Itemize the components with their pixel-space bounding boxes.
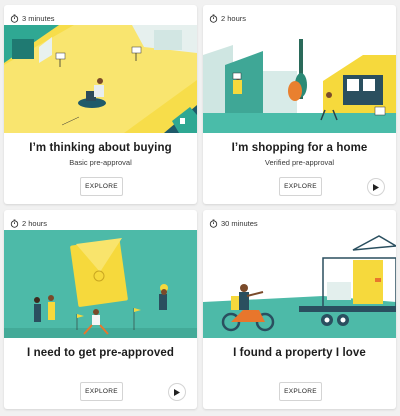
- shopping-illustration: [203, 25, 396, 133]
- stopwatch-icon: [10, 13, 19, 23]
- play-icon: [174, 388, 180, 396]
- explore-button[interactable]: EXPLORE: [80, 382, 123, 401]
- play-icon: [373, 183, 379, 191]
- duration: 2 hours: [10, 216, 47, 230]
- property-illustration: [203, 230, 396, 338]
- stopwatch-icon: [209, 218, 218, 228]
- duration-text: 2 hours: [221, 13, 247, 23]
- stopwatch-icon: [209, 13, 218, 23]
- play-button[interactable]: [367, 178, 385, 196]
- journey-card-shopping-for-home[interactable]: 2 hours I’m shopping for a home Verified…: [203, 5, 396, 204]
- buying-illustration: [4, 25, 197, 133]
- journey-card-thinking-about-buying[interactable]: 3 minutes I’m thinking about buying Basi…: [4, 5, 197, 204]
- card-title: I need to get pre-approved: [26, 347, 174, 359]
- card-title: I’m shopping for a home: [231, 142, 368, 154]
- duration: 3 minutes: [10, 11, 55, 25]
- duration: 30 minutes: [209, 216, 258, 230]
- card-title: I’m thinking about buying: [29, 142, 172, 154]
- card-subtitle: Basic pre-approval: [69, 158, 132, 167]
- duration-text: 30 minutes: [221, 218, 258, 228]
- duration-text: 2 hours: [22, 218, 48, 228]
- stopwatch-icon: [10, 218, 19, 228]
- explore-button[interactable]: EXPLORE: [279, 177, 322, 196]
- duration: 2 hours: [209, 11, 246, 25]
- explore-button[interactable]: EXPLORE: [279, 382, 322, 401]
- card-subtitle: Verified pre-approval: [264, 158, 335, 167]
- explore-button[interactable]: EXPLORE: [80, 177, 123, 196]
- journey-card-found-property[interactable]: 30 minutes I found a property I love EXP…: [203, 210, 396, 409]
- play-button[interactable]: [168, 383, 186, 401]
- duration-text: 3 minutes: [22, 13, 55, 23]
- pre-approval-illustration: [4, 230, 197, 338]
- card-title: I found a property I love: [233, 347, 366, 359]
- journey-card-get-pre-approved[interactable]: 2 hours I need to get pre-approved EXPLO…: [4, 210, 197, 409]
